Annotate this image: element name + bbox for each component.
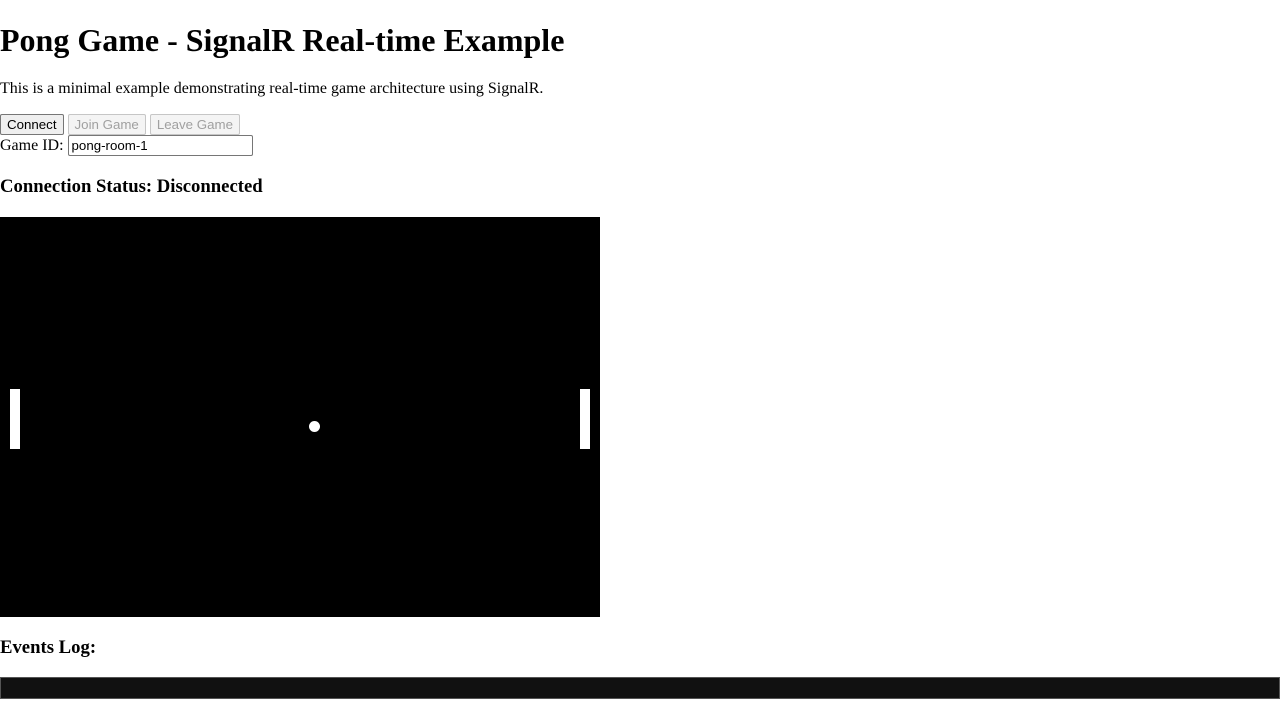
connection-status: Connection Status: Disconnected bbox=[0, 176, 263, 197]
events-log-title: Events Log: bbox=[0, 637, 97, 658]
game-id-input[interactable] bbox=[67, 135, 253, 156]
leave-game-button[interactable]: Leave Game bbox=[149, 114, 240, 135]
game-id-label: Game ID: bbox=[0, 136, 64, 154]
control-buttons: Connect Join Game Leave Game bbox=[0, 114, 240, 135]
connect-button[interactable]: Connect bbox=[0, 114, 64, 135]
ball bbox=[309, 421, 320, 432]
events-log[interactable] bbox=[0, 677, 1280, 699]
right-paddle bbox=[580, 389, 590, 449]
page: Pong Game - SignalR Real-time Example Th… bbox=[0, 0, 1280, 720]
join-game-button[interactable]: Join Game bbox=[67, 114, 146, 135]
game-canvas[interactable] bbox=[0, 217, 600, 617]
page-title: Pong Game - SignalR Real-time Example bbox=[0, 22, 565, 58]
page-description: This is a minimal example demonstrating … bbox=[0, 80, 544, 97]
left-paddle bbox=[10, 389, 20, 449]
game-id-row: Game ID: bbox=[0, 135, 253, 156]
